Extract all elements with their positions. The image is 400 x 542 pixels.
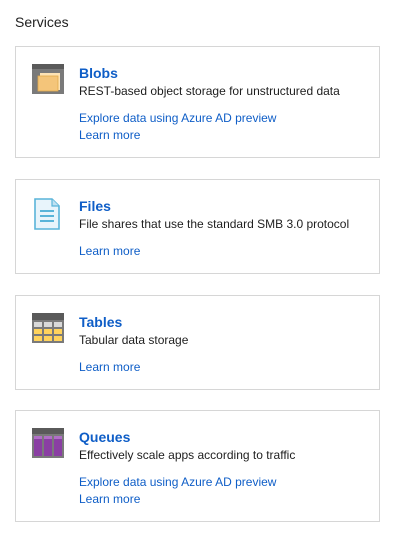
queues-explore-link[interactable]: Explore data using Azure AD preview	[79, 475, 276, 489]
tables-title-link[interactable]: Tables	[79, 314, 122, 330]
files-description: File shares that use the standard SMB 3.…	[79, 217, 350, 231]
queues-description: Effectively scale apps according to traf…	[79, 448, 296, 462]
service-card-queues: Queues Effectively scale apps according …	[15, 410, 380, 522]
blobs-title-link[interactable]: Blobs	[79, 65, 118, 81]
tables-description: Tabular data storage	[79, 333, 189, 347]
file-share-icon	[34, 198, 60, 230]
blob-storage-icon	[32, 64, 64, 94]
service-card-tables: Tables Tabular data storage Learn more	[15, 295, 380, 390]
services-heading: Services	[15, 14, 69, 30]
blobs-description: REST-based object storage for unstructur…	[79, 84, 340, 98]
blobs-learn-more-link[interactable]: Learn more	[79, 128, 140, 142]
queues-title-link[interactable]: Queues	[79, 429, 130, 445]
queues-learn-more-link[interactable]: Learn more	[79, 492, 140, 506]
table-storage-icon	[32, 313, 64, 343]
service-card-blobs: Blobs REST-based object storage for unst…	[15, 46, 380, 158]
files-learn-more-link[interactable]: Learn more	[79, 244, 140, 258]
service-card-files: Files File shares that use the standard …	[15, 179, 380, 274]
queue-storage-icon	[32, 428, 64, 458]
files-title-link[interactable]: Files	[79, 198, 111, 214]
tables-learn-more-link[interactable]: Learn more	[79, 360, 140, 374]
blobs-explore-link[interactable]: Explore data using Azure AD preview	[79, 111, 276, 125]
